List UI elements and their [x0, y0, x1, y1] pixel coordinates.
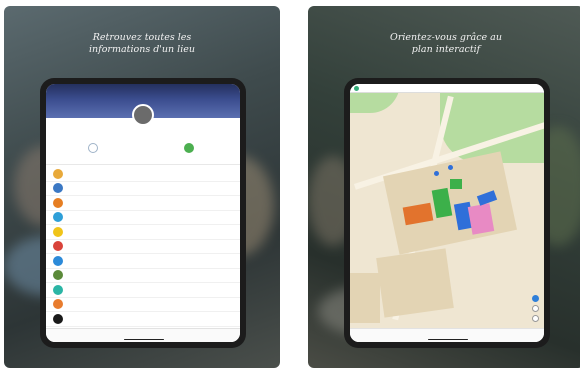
caption-line-1: Orientez-vous grâce au: [390, 32, 502, 43]
category-icon: [53, 284, 63, 295]
list-item[interactable]: [46, 211, 240, 225]
map-pin-icon[interactable]: [434, 171, 439, 176]
avatar: [132, 104, 154, 126]
park-area: [350, 93, 400, 113]
category-icon: [53, 270, 63, 281]
app-logo-icon: [354, 85, 359, 91]
info-list: [46, 167, 240, 341]
category-icon: [53, 299, 63, 310]
caption-line-2: informations d'un lieu: [89, 44, 195, 55]
list-item[interactable]: [46, 254, 240, 269]
locate-button[interactable]: [532, 295, 539, 302]
map-pin-icon[interactable]: [448, 165, 453, 170]
list-item[interactable]: [46, 312, 240, 327]
caption-line-2: plan interactif: [411, 44, 481, 55]
list-item[interactable]: [46, 269, 240, 283]
building-outline: [350, 273, 380, 323]
list-item[interactable]: [46, 167, 240, 182]
category-icon: [53, 212, 63, 223]
interactive-map-screen: [350, 84, 544, 342]
info-tab-icon[interactable]: [88, 143, 98, 153]
category-icon: [53, 313, 63, 324]
map-top-menu: [350, 84, 544, 93]
list-item[interactable]: [46, 283, 240, 298]
list-item[interactable]: [46, 240, 240, 254]
home-indicator: [124, 338, 164, 340]
panel-left: Retrouvez toutes les informations d'un l…: [4, 6, 280, 368]
building-outline: [376, 248, 454, 318]
caption-line-1: Retrouvez toutes les: [92, 32, 192, 43]
tablet-frame: [344, 78, 550, 348]
category-icon: [53, 241, 63, 252]
list-item[interactable]: [46, 196, 240, 211]
place-details-screen: [46, 84, 240, 342]
panel-right: Orientez-vous grâce au plan interactif: [308, 6, 580, 368]
caption: Retrouvez toutes les informations d'un l…: [4, 32, 280, 56]
list-item[interactable]: [46, 182, 240, 196]
list-item[interactable]: [46, 298, 240, 312]
category-icon: [53, 183, 63, 194]
detail-tabs: [46, 139, 240, 165]
category-icon: [53, 226, 63, 237]
interactive-map[interactable]: [350, 93, 544, 328]
list-item[interactable]: [46, 225, 240, 240]
caption: Orientez-vous grâce au plan interactif: [308, 32, 580, 56]
home-indicator: [428, 338, 468, 340]
tablet-frame: [40, 78, 246, 348]
zoom-out-button[interactable]: [532, 315, 539, 322]
map-zone-green[interactable]: [450, 179, 462, 189]
category-icon: [53, 255, 63, 266]
category-icon: [53, 197, 63, 208]
map-tab-icon[interactable]: [184, 143, 194, 153]
category-icon: [53, 168, 63, 179]
map-zone-pink[interactable]: [467, 203, 495, 235]
zoom-in-button[interactable]: [532, 305, 539, 312]
